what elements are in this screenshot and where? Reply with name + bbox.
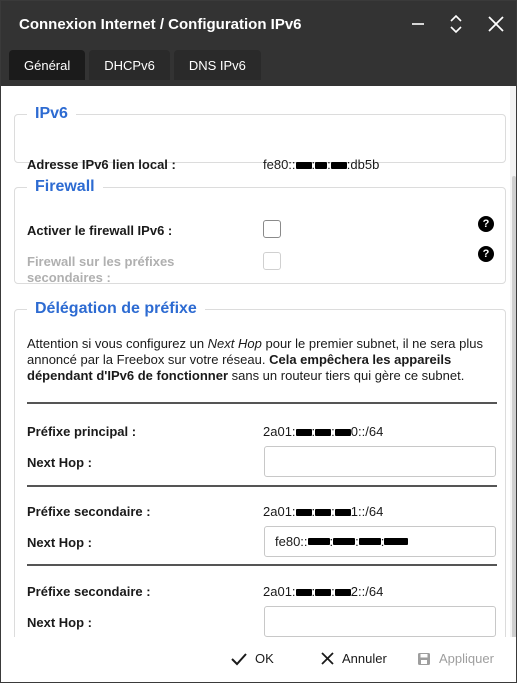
- redaction-mark: [334, 509, 351, 517]
- ipv6-section: IPv6 Adresse IPv6 lien local : fe80:::::…: [14, 105, 506, 172]
- secondary-firewall-label-line2: secondaires :: [27, 270, 111, 285]
- next-hop-value: fe80::: [275, 534, 308, 549]
- firewall-legend: Firewall: [35, 178, 95, 195]
- prefix-delegation-section: Délégation de préfixe Attention si vous …: [14, 300, 506, 637]
- title-bar: Connexion Internet / Configuration IPv6 …: [1, 1, 516, 86]
- redaction-mark: [315, 509, 332, 517]
- separator: [27, 402, 497, 404]
- help-icon[interactable]: ?: [478, 216, 494, 232]
- secondary-firewall-label-line1: Firewall sur les préfixes: [27, 254, 175, 269]
- secondary-firewall-checkbox: [263, 252, 281, 270]
- minimize-button[interactable]: [403, 9, 433, 39]
- secondary-prefix-label: Préfixe secondaire :: [27, 584, 151, 599]
- link-local-label: Adresse IPv6 lien local :: [27, 157, 176, 172]
- close-button[interactable]: [481, 9, 511, 39]
- primary-prefix-label: Préfixe principal :: [27, 424, 137, 439]
- tab-dhcpv6[interactable]: DHCPv6: [89, 50, 170, 80]
- prefix-delegation-legend: Délégation de préfixe: [35, 300, 197, 317]
- prefix-end: 0::/64: [350, 424, 384, 439]
- next-hop-label: Next Hop :: [27, 455, 92, 470]
- cancel-label: Annuler: [342, 651, 387, 666]
- redaction-mark: [307, 538, 330, 545]
- firewall-section: Firewall Activer le firewall IPv6 : ? Fi…: [14, 178, 506, 286]
- redaction-mark: [334, 429, 351, 437]
- next-hop-input-3[interactable]: [264, 606, 496, 637]
- next-hop-input-2[interactable]: fe80:::::: [264, 526, 496, 557]
- redaction-mark: [358, 538, 381, 545]
- redaction-mark: [295, 162, 312, 170]
- redaction-mark: [315, 162, 328, 170]
- ok-label: OK: [255, 651, 274, 666]
- minimize-icon: [412, 23, 424, 25]
- prefix-end: 2::/64: [350, 584, 384, 599]
- close-icon: [321, 652, 334, 665]
- redaction-mark: [330, 162, 347, 170]
- redaction-mark: [334, 589, 351, 597]
- warning-italic: Next Hop: [207, 336, 262, 351]
- redaction-mark: [295, 589, 312, 597]
- warning-text: Attention si vous configurez un: [27, 336, 208, 351]
- secondary-prefix-label: Préfixe secondaire :: [27, 504, 151, 519]
- enable-firewall-label: Activer le firewall IPv6 :: [27, 223, 173, 238]
- close-icon: [488, 16, 504, 32]
- link-local-prefix: fe80::: [263, 157, 296, 172]
- cancel-button[interactable]: Annuler: [321, 651, 387, 666]
- check-icon: [231, 652, 247, 665]
- ipv6-legend: IPv6: [35, 105, 68, 122]
- apply-button[interactable]: Appliquer: [417, 651, 494, 666]
- tab-general[interactable]: Général: [9, 50, 86, 80]
- enable-firewall-checkbox[interactable]: [263, 220, 281, 238]
- secondary-prefix-value: 2a01:::2::/64: [263, 584, 384, 599]
- next-hop-label: Next Hop :: [27, 615, 92, 630]
- apply-label: Appliquer: [439, 651, 494, 666]
- link-local-value: fe80:::::db5b: [263, 157, 380, 172]
- primary-prefix-value: 2a01:::0::/64: [263, 424, 384, 439]
- ok-button[interactable]: OK: [231, 651, 274, 666]
- redaction-mark: [315, 429, 332, 437]
- warning-text: sans un routeur tiers qui gère ce subnet…: [228, 368, 465, 383]
- next-hop-label: Next Hop :: [27, 535, 92, 550]
- help-icon[interactable]: ?: [478, 246, 494, 262]
- secondary-prefix-value: 2a01:::1::/64: [263, 504, 384, 519]
- maximize-button[interactable]: [441, 9, 471, 39]
- save-icon: [418, 652, 430, 665]
- redaction-mark: [295, 429, 312, 437]
- prefix-end: 1::/64: [350, 504, 384, 519]
- scrollbar[interactable]: [510, 86, 516, 682]
- scrollbar-thumb[interactable]: [512, 176, 516, 682]
- redaction-mark: [384, 538, 409, 545]
- redaction-mark: [295, 509, 312, 517]
- next-hop-input-1[interactable]: [264, 446, 496, 477]
- secondary-firewall-label: Firewall sur les préfixes secondaires :: [27, 254, 174, 286]
- dialog-footer: OK Annuler Appliquer: [1, 637, 516, 682]
- maximize-icon: [450, 14, 462, 34]
- content-area[interactable]: IPv6 Adresse IPv6 lien local : fe80:::::…: [1, 86, 516, 637]
- prefix-start: 2a01:: [263, 504, 296, 519]
- tab-bar: Général DHCPv6 DNS IPv6: [9, 50, 261, 80]
- dialog-window: Connexion Internet / Configuration IPv6 …: [0, 0, 517, 683]
- redaction-mark: [315, 589, 332, 597]
- redaction-mark: [333, 538, 356, 545]
- prefix-start: 2a01:: [263, 424, 296, 439]
- window-title: Connexion Internet / Configuration IPv6: [19, 16, 302, 33]
- separator: [27, 564, 497, 566]
- link-local-suffix: :db5b: [346, 157, 380, 172]
- delegation-warning: Attention si vous configurez un Next Hop…: [27, 336, 497, 384]
- separator: [27, 485, 497, 487]
- tab-dns-ipv6[interactable]: DNS IPv6: [173, 50, 261, 80]
- prefix-start: 2a01:: [263, 584, 296, 599]
